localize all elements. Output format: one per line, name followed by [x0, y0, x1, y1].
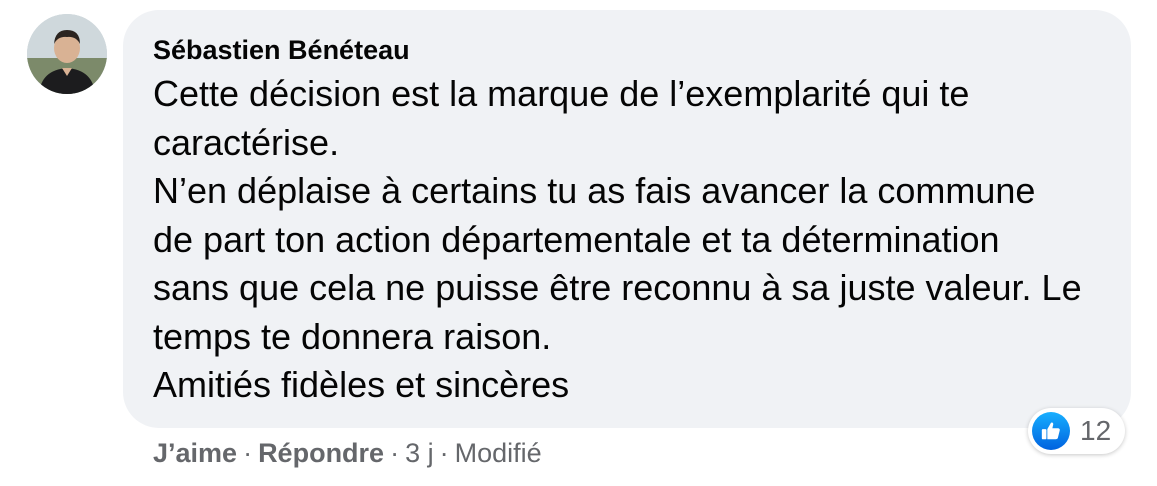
profile-photo-icon: [27, 14, 107, 94]
separator: ·: [243, 438, 253, 468]
comment-bubble: Sébastien Bénéteau Cette décision est la…: [123, 10, 1131, 428]
comment-line: de part ton action départementale et ta …: [153, 218, 1000, 260]
comment-line: caractérise.: [153, 121, 340, 163]
reaction-count: 12: [1080, 415, 1112, 446]
comment-line: temps te donnera raison.: [153, 315, 552, 357]
comment-line: Amitiés fidèles et sincères: [153, 364, 570, 405]
reactions-summary[interactable]: 12: [1028, 408, 1126, 454]
reply-button[interactable]: Répondre: [258, 438, 384, 468]
comment-line: sans que cela ne puisse être reconnu à s…: [153, 267, 1082, 308]
like-button[interactable]: J’aime: [153, 438, 237, 468]
comment-line: Cette décision est la marque de l’exempl…: [153, 73, 970, 114]
separator: ·: [390, 438, 400, 468]
comment-text: Cette décision est la marque de l’exempl…: [153, 70, 1101, 410]
comment: Sébastien Bénéteau Cette décision est la…: [0, 0, 1157, 486]
timestamp[interactable]: 3 j: [405, 438, 434, 468]
edited-label[interactable]: Modifié: [455, 438, 542, 468]
comment-line: N’en déplaise à certains tu as fais avan…: [153, 170, 1036, 211]
like-icon: [1032, 412, 1070, 450]
separator: ·: [439, 438, 449, 468]
avatar[interactable]: [27, 14, 107, 94]
author-name[interactable]: Sébastien Bénéteau: [153, 32, 410, 68]
comment-actions: J’aime · Répondre · 3 j · Modifié: [153, 435, 542, 471]
